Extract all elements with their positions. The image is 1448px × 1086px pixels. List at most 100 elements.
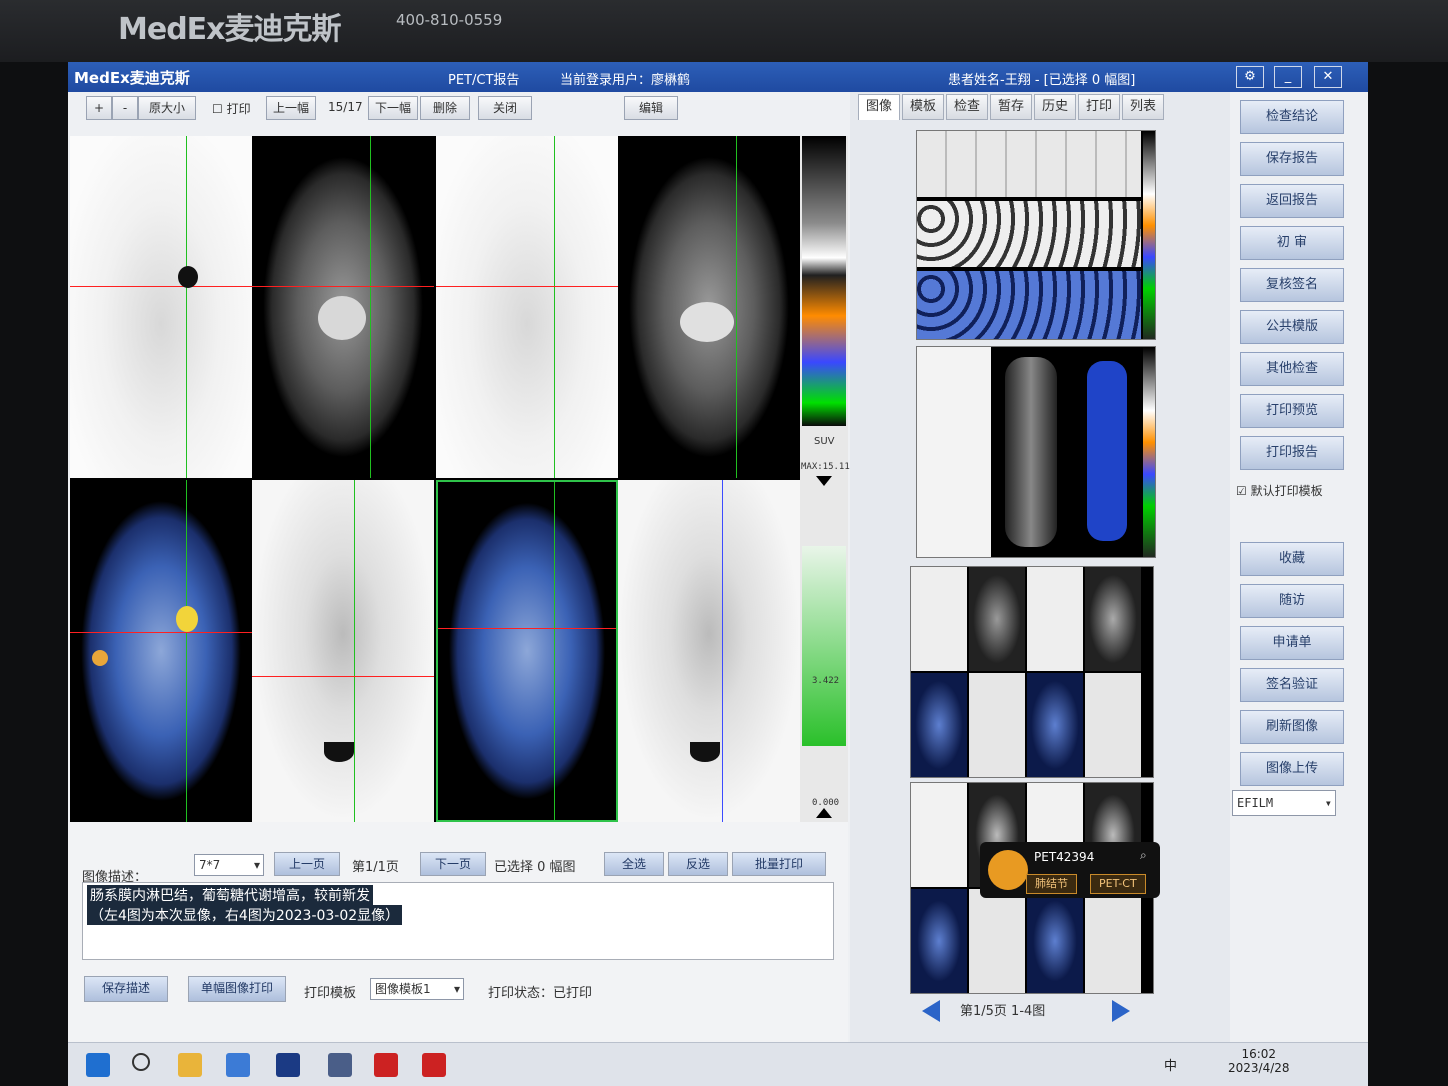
first-review-button[interactable]: 初 审 [1240,226,1344,260]
monitor: MedEx麦迪克斯 400-810-0559 MedEx麦迪克斯 PET/CT报… [0,0,1448,1086]
minimize-button[interactable]: _ [1274,66,1302,88]
prev-frame-button[interactable]: 上一幅 [266,96,316,120]
layout-select[interactable]: 7*7 ▾ [194,854,264,876]
popup-tag[interactable]: PET-CT [1090,874,1146,894]
window-range [802,546,846,746]
save-description-button[interactable]: 保存描述 [84,976,168,1002]
viewport-ct-axial-current[interactable] [252,136,434,478]
other-exams-button[interactable]: 其他检查 [1240,352,1344,386]
next-frame-button[interactable]: 下一幅 [368,96,418,120]
viewer-select-value: EFILM [1237,796,1274,810]
patient-info: 患者姓名-王翔 - [已选择 0 幅图] [948,73,1136,88]
tab-images[interactable]: 图像 [858,94,900,120]
search-icon[interactable] [132,1053,150,1071]
chevron-down-icon: ▾ [253,858,260,872]
thumbnail-row [917,201,1141,267]
edit-button[interactable]: 编辑 [624,96,678,120]
viewport-mip-prior[interactable] [618,480,800,822]
window-bottom-handle[interactable] [816,808,832,818]
viewport-pet-axial-current[interactable] [70,136,252,478]
viewport-pet-axial-prior[interactable] [436,136,618,478]
tab-list[interactable]: 列表 [1122,94,1164,120]
viewport-mip-current[interactable] [252,480,434,822]
public-template-button[interactable]: 公共模版 [1240,310,1344,344]
print-report-button[interactable]: 打印报告 [1240,436,1344,470]
next-page-button[interactable]: 下一页 [420,852,486,876]
tab-temp[interactable]: 暂存 [990,94,1032,120]
app-icon[interactable] [422,1053,446,1077]
description-textarea[interactable]: 肠系膜内淋巴结，葡萄糖代谢增高，较前新发 （左4图为本次显像，右4图为2023-… [82,882,834,960]
tab-print[interactable]: 打印 [1078,94,1120,120]
title-bar: MedEx麦迪克斯 PET/CT报告 当前登录用户：廖楙鹤 患者姓名-王翔 - … [68,62,1368,92]
print-preview-button[interactable]: 打印预览 [1240,394,1344,428]
thumb-mip [969,673,1025,777]
thumbnail-sagittal-series[interactable] [916,346,1156,558]
follow-up-button[interactable]: 随访 [1240,584,1344,618]
folder-icon[interactable] [178,1053,202,1077]
delete-button[interactable]: 删除 [420,96,470,120]
app-icon[interactable] [226,1053,250,1077]
upload-images-button[interactable]: 图像上传 [1240,752,1344,786]
zoom-out-button[interactable]: - [112,96,138,120]
search-icon[interactable]: ⌕ [1140,848,1147,863]
favorite-button[interactable]: 收藏 [1240,542,1344,576]
ime-indicator[interactable]: 中 [1164,1055,1177,1074]
patient-popup[interactable]: PET42394 ⌕ 肺结节 PET-CT [980,842,1160,898]
window-top-handle[interactable] [816,476,832,486]
frame-counter: 15/17 [328,100,363,114]
default-template-checkbox[interactable]: ☑ 默认打印模板 [1236,482,1323,499]
suv-min-label: 0.000 [812,798,840,808]
prev-page-button[interactable]: 上一页 [274,852,340,876]
next-thumb-page-icon[interactable] [1112,1000,1130,1022]
medex-app-icon[interactable] [276,1053,300,1077]
batch-print-button[interactable]: 批量打印 [732,852,826,876]
save-report-button[interactable]: 保存报告 [1240,142,1344,176]
thumbnail-brain-series[interactable] [916,130,1156,340]
desc-line-2: （左4图为本次显像，右4图为2023-03-02显像） [87,905,403,925]
print-template-select[interactable]: 图像模板1 ▾ [370,978,464,1000]
close-button[interactable]: 关闭 [478,96,532,120]
thumb-mip [1085,889,1141,993]
print-checkbox[interactable]: ☐ 打印 [212,100,251,117]
clock[interactable]: 16:02 2023/4/28 [1228,1047,1290,1075]
invert-selection-button[interactable]: 反选 [668,852,728,876]
tab-templates[interactable]: 模板 [902,94,944,120]
suv-label: SUV [814,436,835,447]
close-window-button[interactable]: ✕ [1314,66,1342,88]
viewport-fusion-axial-prior[interactable] [436,480,618,822]
single-image-print-button[interactable]: 单幅图像打印 [188,976,286,1002]
signature-verify-button[interactable]: 签名验证 [1240,668,1344,702]
app-icon[interactable] [328,1053,352,1077]
thumbnail-colorbar [1143,131,1155,339]
thumb-fusion [911,889,967,993]
viewer-select[interactable]: EFILM ▾ [1232,790,1336,816]
print-template-value: 图像模板1 [375,982,431,996]
request-form-button[interactable]: 申请单 [1240,626,1344,660]
vertebra [318,296,366,340]
monitor-bezel: MedEx麦迪克斯 400-810-0559 [0,0,1448,62]
app-icon[interactable] [374,1053,398,1077]
default-template-label: 默认打印模板 [1250,484,1323,498]
viewport-fusion-axial-current[interactable] [70,480,252,822]
exam-conclusion-button[interactable]: 检查结论 [1240,100,1344,134]
popup-tag[interactable]: 肺结节 [1026,874,1077,894]
lesion-hotspot [176,606,198,632]
desc-line-1: 肠系膜内淋巴结，葡萄糖代谢增高，较前新发 [87,885,373,905]
refresh-images-button[interactable]: 刷新图像 [1240,710,1344,744]
thumbnail-current-page[interactable] [910,566,1154,778]
tab-exams[interactable]: 检查 [946,94,988,120]
zoom-in-button[interactable]: + [86,96,112,120]
windows-start-icon[interactable] [86,1053,110,1077]
image-viewer[interactable] [70,136,800,822]
suv-colorbar[interactable]: SUV MAX:15.11 3.422 0.000 [800,136,850,822]
return-report-button[interactable]: 返回报告 [1240,184,1344,218]
settings-button[interactable]: ⚙ [1236,66,1264,88]
select-all-button[interactable]: 全选 [604,852,664,876]
print-template-label: 打印模板 [304,986,357,1001]
tab-history[interactable]: 历史 [1034,94,1076,120]
app-logo: MedEx麦迪克斯 [74,69,190,87]
viewport-ct-axial-prior[interactable] [618,136,800,478]
prev-thumb-page-icon[interactable] [922,1000,940,1022]
original-size-button[interactable]: 原大小 [138,96,196,120]
review-sign-button[interactable]: 复核签名 [1240,268,1344,302]
